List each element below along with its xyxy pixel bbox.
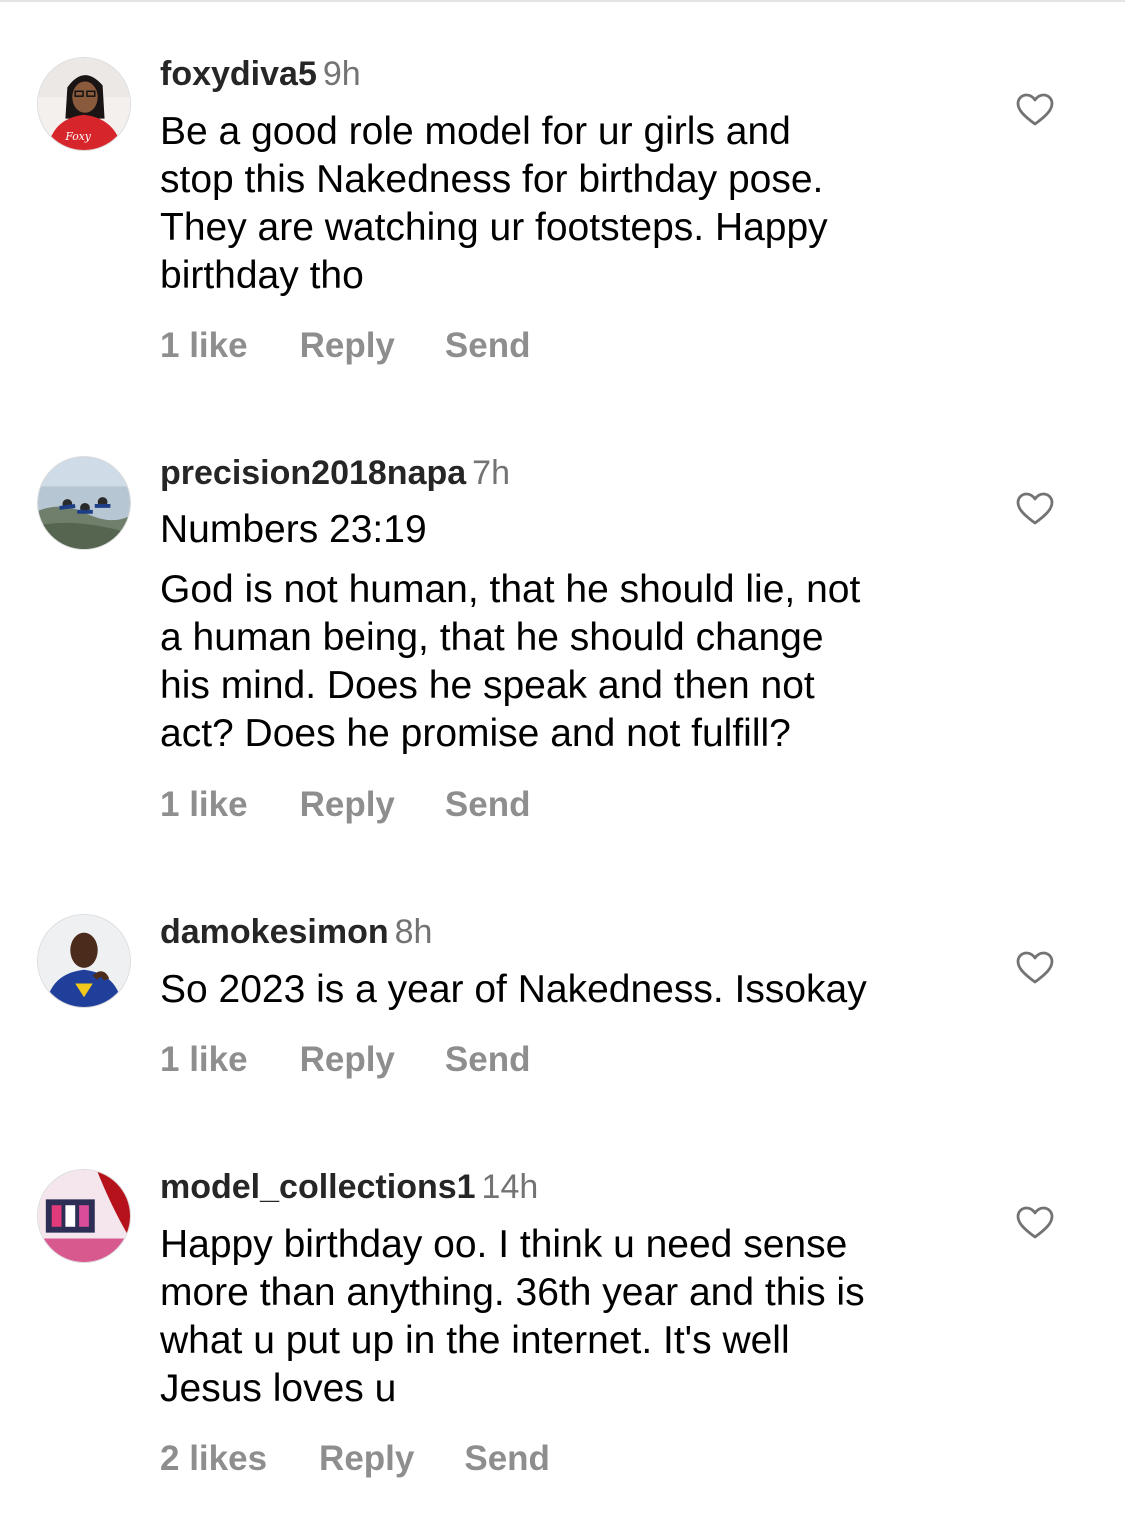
- comment-actions: 1 like Reply Send: [160, 326, 530, 366]
- comment-text: Be a good role model for ur girls and st…: [160, 108, 980, 300]
- comment-actions: 2 likes Reply Send: [160, 1439, 550, 1479]
- heart-outline-icon[interactable]: [1016, 951, 1054, 985]
- heart-outline-icon[interactable]: [1016, 1206, 1054, 1240]
- comment-actions: 1 like Reply Send: [160, 1040, 530, 1080]
- svg-text:Foxy: Foxy: [64, 130, 91, 143]
- send-button[interactable]: Send: [445, 1040, 531, 1080]
- avatar[interactable]: [37, 1169, 131, 1263]
- send-button[interactable]: Send: [445, 785, 531, 825]
- send-button[interactable]: Send: [445, 326, 531, 366]
- avatar[interactable]: [37, 456, 131, 550]
- comment-paragraph: So 2023 is a year of Nakedness. Issokay: [160, 968, 867, 1011]
- comment-username[interactable]: damokesimon: [160, 913, 389, 951]
- top-divider: [0, 0, 1125, 2]
- comment-paragraph: God is not human, that he should lie, no…: [160, 568, 861, 755]
- heart-outline-icon[interactable]: [1016, 93, 1054, 127]
- comment-timestamp: 9h: [322, 55, 361, 93]
- comment-timestamp: 7h: [472, 454, 510, 492]
- reply-button[interactable]: Reply: [319, 1439, 414, 1479]
- comment-paragraph: Numbers 23:19: [160, 508, 427, 551]
- comment-paragraph: Happy birthday oo. I think u need sense …: [160, 1223, 865, 1410]
- send-button[interactable]: Send: [464, 1439, 550, 1479]
- like-count[interactable]: 1 like: [160, 1040, 248, 1080]
- reply-button[interactable]: Reply: [300, 1040, 395, 1080]
- comment-username[interactable]: foxydiva5: [160, 55, 317, 93]
- comment-timestamp: 8h: [394, 913, 433, 951]
- comment-username[interactable]: precision2018napa: [160, 454, 466, 492]
- heart-outline-icon[interactable]: [1016, 492, 1054, 526]
- comment-username[interactable]: model_collections1: [160, 1168, 476, 1206]
- like-count[interactable]: 1 like: [160, 326, 248, 366]
- avatar[interactable]: [37, 914, 131, 1008]
- comment-timestamp: 14h: [481, 1168, 539, 1206]
- comment-paragraph: Be a good role model for ur girls and st…: [160, 110, 828, 297]
- reply-button[interactable]: Reply: [300, 785, 395, 825]
- reply-button[interactable]: Reply: [300, 326, 395, 366]
- avatar[interactable]: Foxy: [37, 57, 131, 151]
- comment-actions: 1 like Reply Send: [160, 785, 530, 825]
- comment-text: Numbers 23:19 God is not human, that he …: [160, 506, 980, 758]
- like-count[interactable]: 1 like: [160, 785, 248, 825]
- comment-text: So 2023 is a year of Nakedness. Issokay: [160, 966, 980, 1014]
- comment-text: Happy birthday oo. I think u need sense …: [160, 1221, 980, 1413]
- like-count[interactable]: 2 likes: [160, 1439, 267, 1479]
